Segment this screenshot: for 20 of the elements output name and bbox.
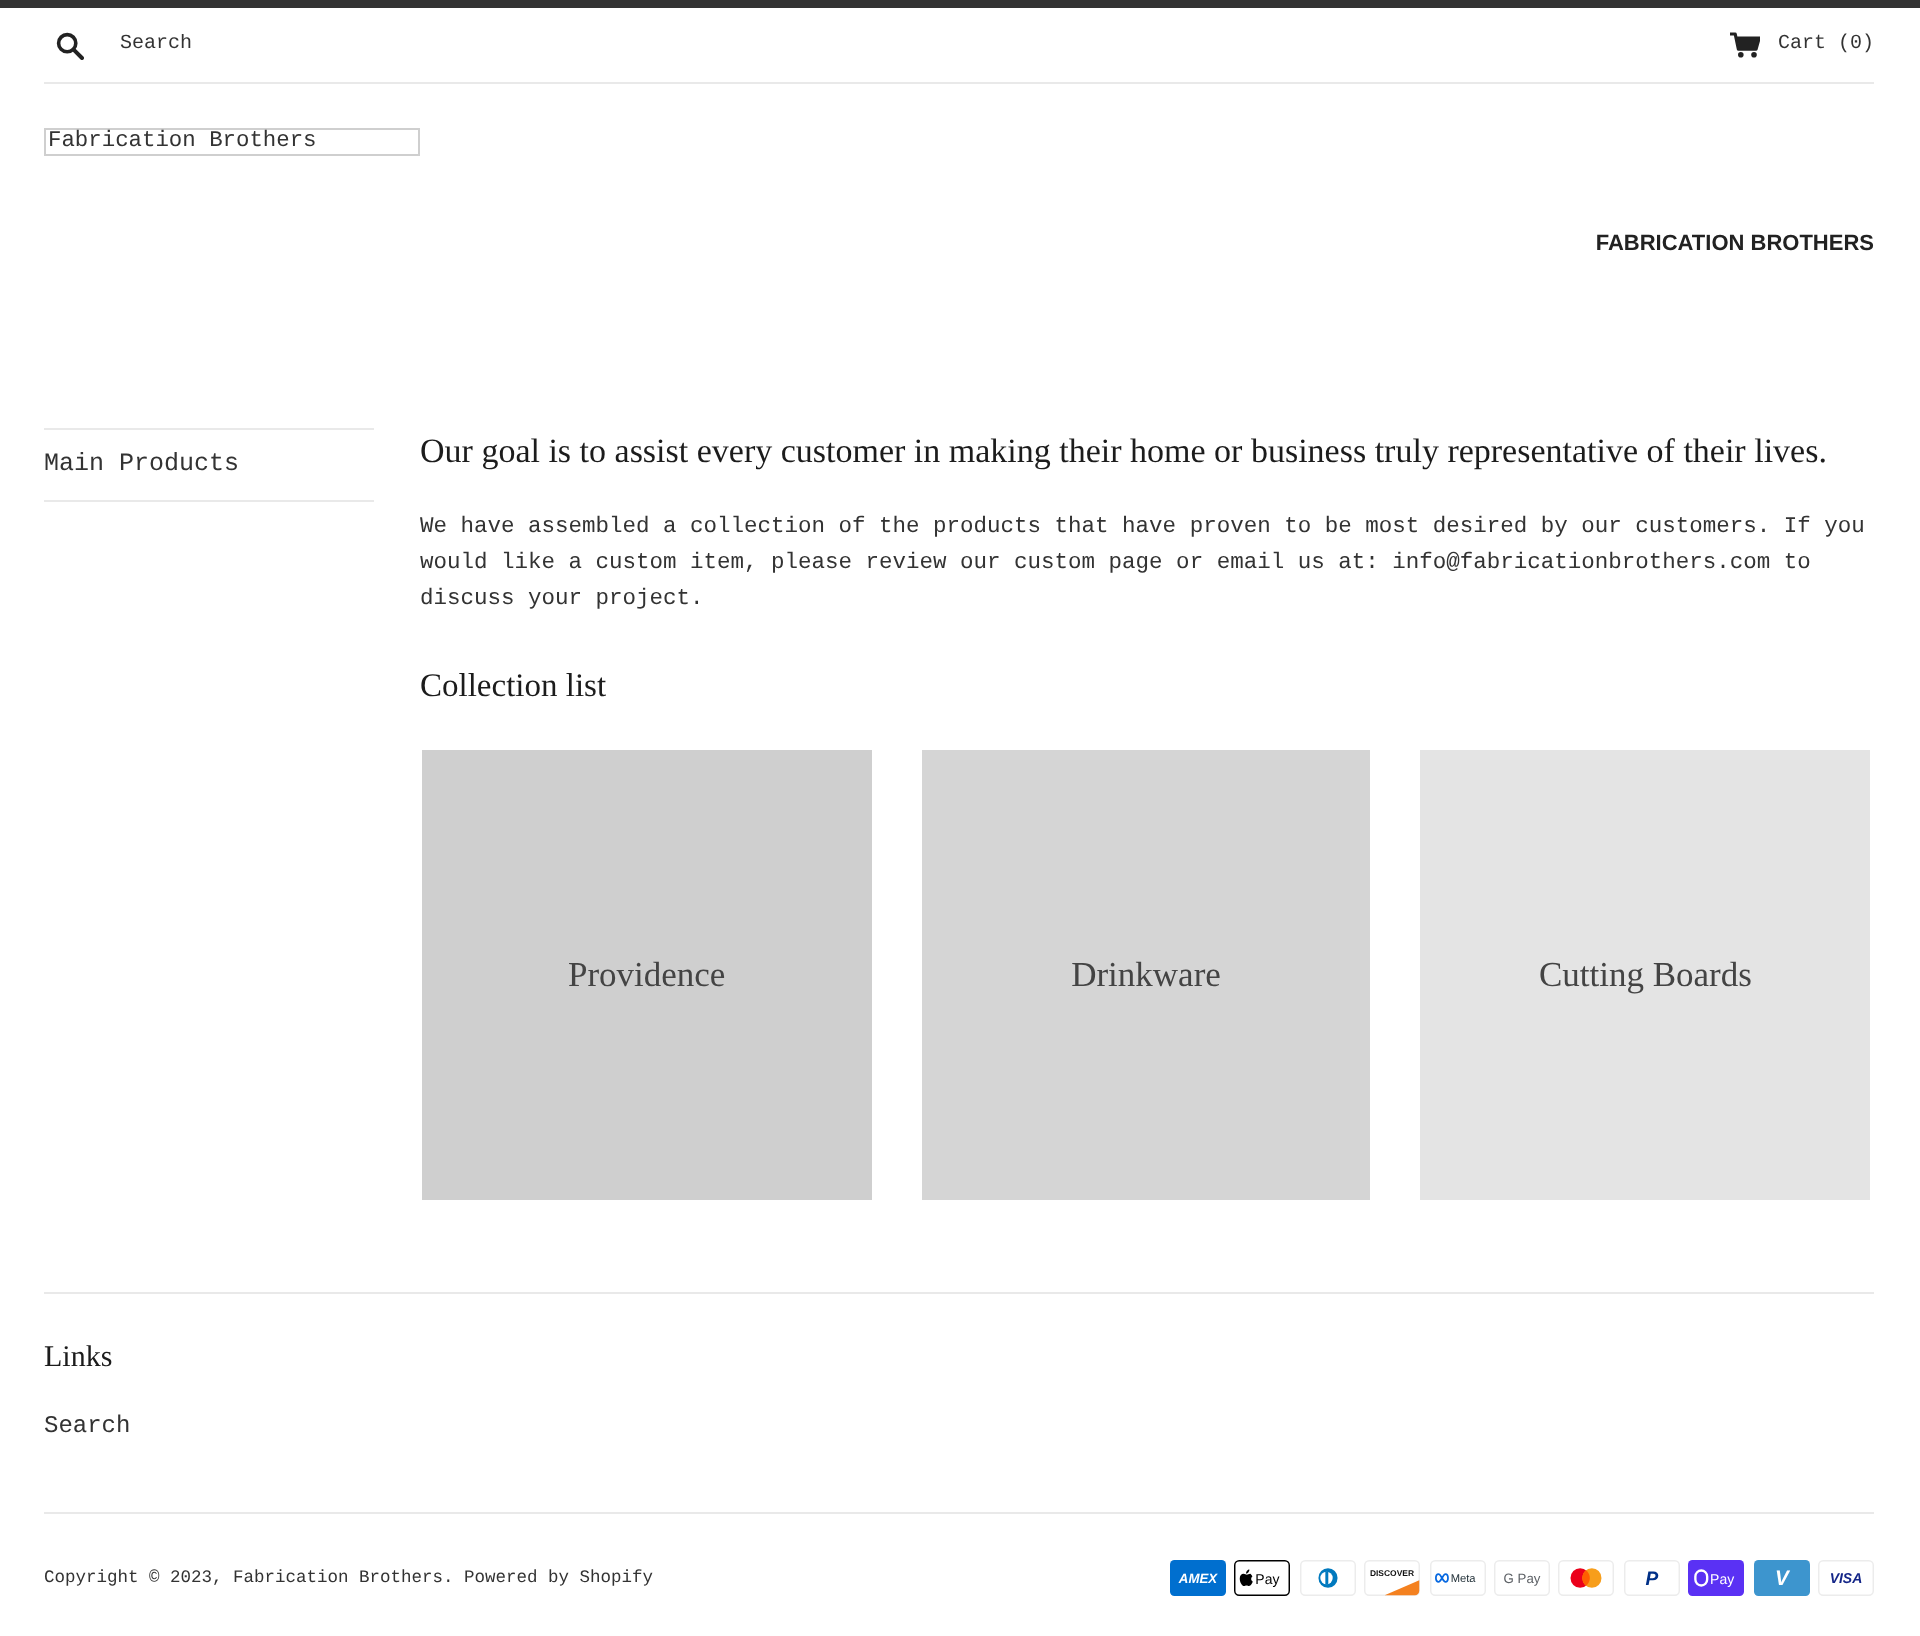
collection-card[interactable]: Providence bbox=[422, 750, 872, 1200]
sidebar-link[interactable]: Main Products bbox=[44, 428, 374, 502]
search-field[interactable]: Search bbox=[120, 31, 600, 59]
footer-link[interactable]: Search bbox=[44, 1411, 131, 1440]
payment-logo-icon bbox=[1558, 1559, 1615, 1596]
payment-logo-icon bbox=[1299, 1559, 1356, 1596]
intro-heading: Our goal is to assist every customer in making their home or business truly representative of their lives. bbox=[420, 430, 1829, 474]
cart-link[interactable]: Cart (0) bbox=[1729, 32, 1874, 58]
payment-logo-icon: P bbox=[1623, 1559, 1680, 1596]
section-title: Collection list bbox=[420, 664, 607, 708]
collection-card[interactable]: Drinkware bbox=[921, 750, 1371, 1200]
intro-paragraph: We have assembled a collection of the products that have proven to be most desired by our customers. If you would like a custom item, please review our custom page or email us at: info@fabricationbrothers.com to discuss your project. bbox=[420, 513, 1867, 616]
search-icon[interactable] bbox=[56, 31, 84, 59]
store-logo-link[interactable]: Fabrication Brothers bbox=[44, 128, 420, 156]
copyright-text: Copyright © 2023, Fabrication Brothers. Powered by Shopify bbox=[44, 1565, 654, 1590]
payment-logo-icon: V bbox=[1753, 1559, 1810, 1596]
collection-card[interactable]: Cutting Boards bbox=[1420, 750, 1871, 1200]
banner-title: FABRICATION BROTHERS bbox=[1595, 232, 1874, 256]
footer-links-title: Links bbox=[44, 1339, 113, 1378]
cart-icon bbox=[1729, 32, 1760, 58]
